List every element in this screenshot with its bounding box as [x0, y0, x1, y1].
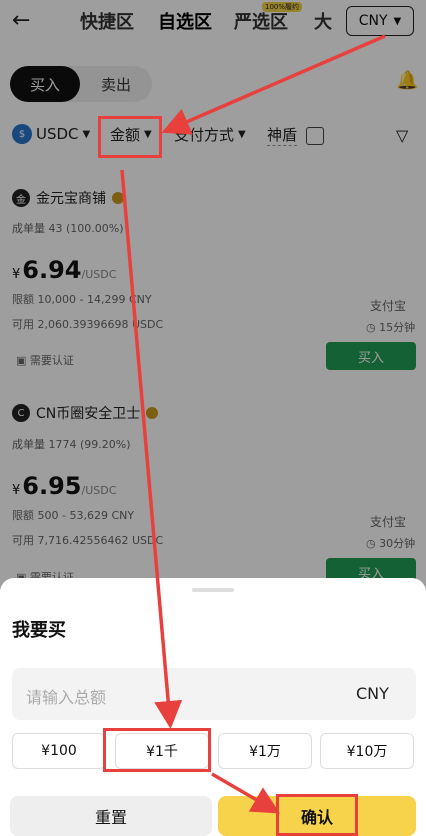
quick-amount-10k[interactable]: ¥1万: [218, 733, 312, 769]
annotation-box-amount: [98, 116, 162, 158]
amount-placeholder: 请输入总额: [26, 688, 107, 707]
sheet-drag-handle[interactable]: [192, 588, 234, 592]
quick-amount-100k[interactable]: ¥10万: [320, 733, 414, 769]
reset-button[interactable]: 重置: [10, 796, 212, 836]
quick-amount-100[interactable]: ¥100: [12, 733, 106, 769]
sheet-title: 我要买: [12, 620, 66, 641]
annotation-box-confirm: [276, 794, 358, 836]
amount-currency: CNY: [356, 684, 389, 703]
annotation-box-1k: [103, 728, 211, 772]
